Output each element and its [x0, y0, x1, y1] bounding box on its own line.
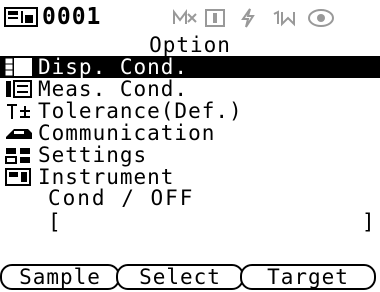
- device-screen: 0001 Option Disp. Cond. Meas. Cond. Tole…: [0, 0, 380, 292]
- sample-number-indicator: 0001: [4, 3, 101, 31]
- menu-item-instrument[interactable]: Instrument: [0, 166, 380, 188]
- communication-icon: [4, 123, 34, 143]
- condition-status-text: Cond / OFF: [48, 186, 195, 210]
- measure-mode-icon: [272, 8, 300, 28]
- tolerance-icon: [4, 101, 34, 121]
- bracket-right: ]: [362, 210, 375, 234]
- menu-item-communication[interactable]: Communication: [0, 122, 380, 144]
- power-icon: [238, 8, 266, 28]
- menu-item-measurement-condition[interactable]: Meas. Cond.: [0, 78, 380, 100]
- softkey-bar: Sample Select Target: [0, 264, 380, 292]
- menu-item-settings[interactable]: Settings: [0, 144, 380, 166]
- display-condition-icon: [4, 57, 34, 77]
- menu-item-label: Tolerance(Def.): [38, 99, 243, 123]
- status-bar: 0001: [0, 0, 380, 34]
- page-title: Option: [149, 33, 231, 57]
- sample-number: 0001: [42, 4, 102, 30]
- settings-icon: [4, 145, 34, 165]
- menu-item-label: Meas. Cond.: [38, 77, 189, 101]
- menu-item-label: Instrument: [38, 165, 175, 189]
- bracket-left: [: [48, 210, 61, 234]
- option-menu: Disp. Cond. Meas. Cond. Tolerance(Def.): [0, 56, 380, 188]
- menu-item-label: Settings: [38, 143, 148, 167]
- m-measure-icon: [170, 8, 198, 28]
- sample-data-icon: [4, 6, 38, 28]
- instrument-icon: [4, 167, 34, 187]
- menu-item-display-condition[interactable]: Disp. Cond.: [0, 56, 380, 78]
- instrument-status-icon: [204, 8, 232, 28]
- measurement-condition-icon: [4, 79, 34, 99]
- menu-item-tolerance[interactable]: Tolerance(Def.): [0, 100, 380, 122]
- menu-item-label: Disp. Cond.: [38, 55, 189, 79]
- sample-softkey[interactable]: Sample: [0, 264, 120, 290]
- target-softkey[interactable]: Target: [240, 264, 376, 290]
- light-source-icon: [306, 8, 334, 28]
- menu-item-label: Communication: [38, 121, 216, 145]
- select-softkey[interactable]: Select: [116, 264, 244, 290]
- status-icons: [170, 6, 334, 30]
